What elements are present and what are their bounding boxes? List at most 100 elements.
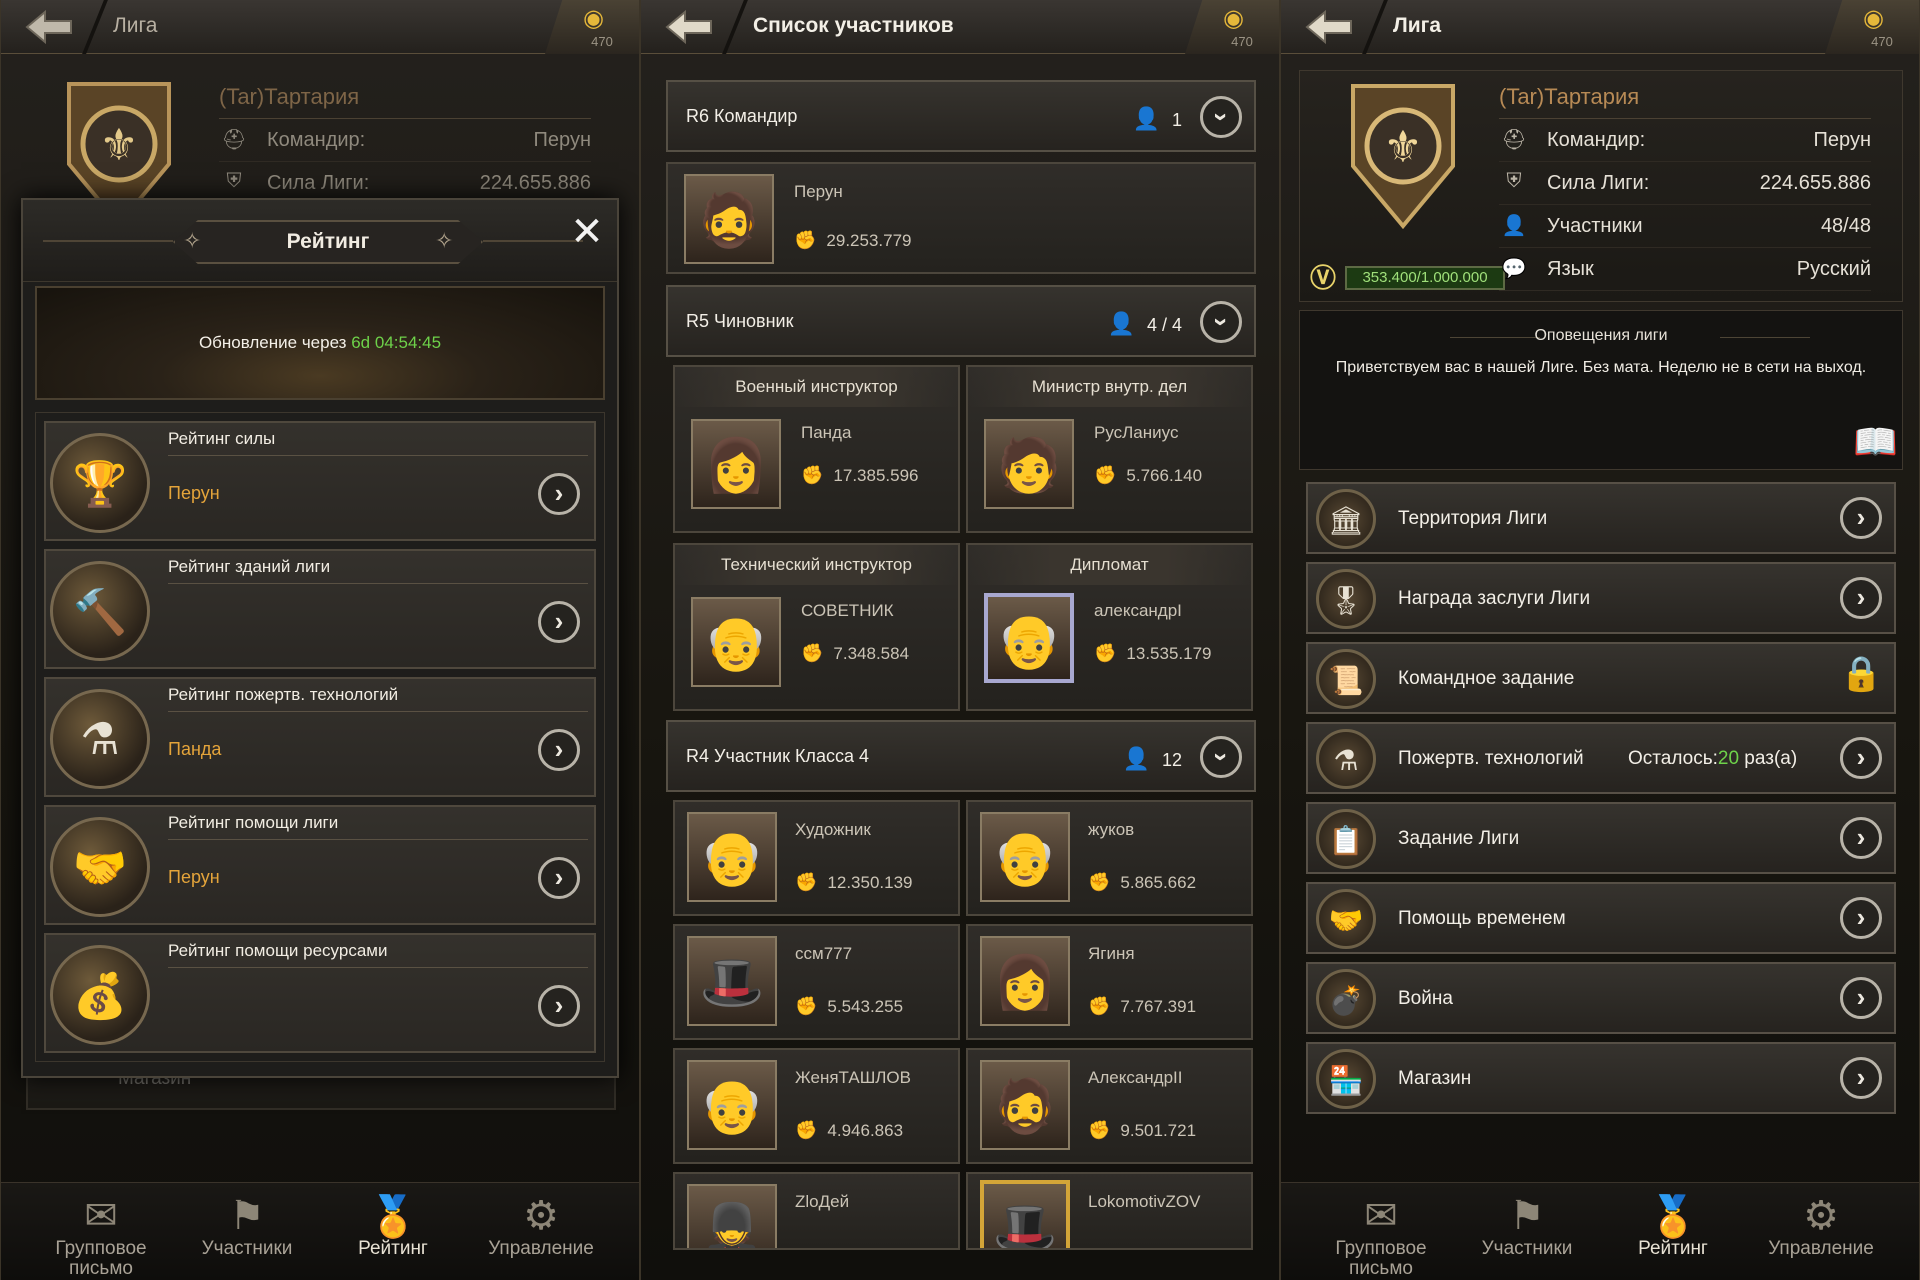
nav-rating[interactable]: 🏅 Рейтинг bbox=[1603, 1193, 1743, 1259]
nav-members[interactable]: ⚑ Участники bbox=[177, 1193, 317, 1259]
bottom-nav: ✉ Групповое письмо ⚑ Участники 🏅 Рейтинг ⚙ У… bbox=[1, 1182, 639, 1280]
helmet-icon: ⛑ bbox=[1501, 129, 1527, 151]
member-card[interactable]: 🧔 АлександрII ✊ 9.501.721 bbox=[966, 1048, 1253, 1164]
top-bar: Лига ◉ 470 bbox=[1281, 0, 1919, 54]
rank-section-r4[interactable]: R4 Участник Класса 4 👤 12 › bbox=[666, 720, 1256, 792]
member-card[interactable]: Технический инструктор 👴 СОВЕТНИК ✊ 7.348… bbox=[673, 543, 960, 711]
chevron-right-icon[interactable]: › bbox=[538, 729, 580, 771]
chevron-right-icon[interactable]: › bbox=[1840, 897, 1882, 939]
members-list-panel: Список участников ◉ 470 R6 Командир 👤 1 ›… bbox=[640, 0, 1280, 1280]
dialog-header: Рейтинг ✧ ✧ ✕ bbox=[23, 200, 617, 282]
rating-item-tech-donations[interactable]: ⚗ Рейтинг пожертв. технологий Панда › bbox=[44, 677, 596, 797]
rank-section-r5[interactable]: R5 Чиновник 👤 4 / 4 › bbox=[666, 285, 1256, 357]
avatar: 👩 bbox=[691, 419, 781, 509]
mail-icon: ✉ bbox=[84, 1194, 118, 1238]
nav-rating[interactable]: 🏅 Рейтинг bbox=[323, 1193, 463, 1259]
rating-item-power[interactable]: 🏆 Рейтинг силы Перун › bbox=[44, 421, 596, 541]
fist-power-icon: ✊ bbox=[1088, 1120, 1111, 1140]
avatar: 👴 bbox=[984, 593, 1074, 683]
cannon-icon: 💣 bbox=[1316, 969, 1376, 1029]
rating-item-league-help[interactable]: 🤝 Рейтинг помощи лиги Перун › bbox=[44, 805, 596, 925]
chevron-right-icon[interactable]: › bbox=[538, 601, 580, 643]
member-card[interactable]: 👴 Художник ✊ 12.350.139 bbox=[673, 800, 960, 916]
chevron-right-icon[interactable]: › bbox=[1840, 577, 1882, 619]
rating-item-buildings[interactable]: 🔨 Рейтинг зданий лиги › bbox=[44, 549, 596, 669]
chevron-right-icon[interactable]: › bbox=[1840, 977, 1882, 1019]
guild-info: (Tar)Тартария ⛑ Командир: Перун ⛨ Сила Лиги… bbox=[1499, 84, 1871, 291]
member-card[interactable]: 🎩 LokomotivZOV bbox=[966, 1172, 1253, 1250]
avatar: 👴 bbox=[687, 812, 777, 902]
menu-item-team-task[interactable]: 📜 Командное задание 🔒 bbox=[1306, 642, 1896, 714]
fist-power-icon: ✊ bbox=[1088, 996, 1111, 1016]
bottom-nav: ✉ Групповое письмо ⚑ Участники 🏅 Рейтинг ⚙ У… bbox=[1281, 1182, 1919, 1280]
member-card[interactable]: Министр внутр. дел 🧑 РусЛаниус ✊ 5.766.14… bbox=[966, 365, 1253, 533]
member-card[interactable]: 👴 жуков ✊ 5.865.662 bbox=[966, 800, 1253, 916]
shop-icon: 🏪 bbox=[1316, 1049, 1376, 1109]
avatar: 🧑 bbox=[984, 419, 1074, 509]
menu-item-territory[interactable]: 🏛 Территория Лиги › bbox=[1306, 482, 1896, 554]
chevron-down-icon[interactable]: › bbox=[1200, 301, 1242, 343]
nav-members[interactable]: ⚑ Участники bbox=[1457, 1193, 1597, 1259]
chevron-right-icon[interactable]: › bbox=[538, 473, 580, 515]
member-card[interactable]: 🎩 ccм777 ✊ 5.543.255 bbox=[673, 924, 960, 1040]
gold-counter[interactable]: ◉ 470 bbox=[545, 0, 639, 54]
chevron-down-icon[interactable]: › bbox=[1200, 96, 1242, 138]
rating-item-resource-help[interactable]: 💰 Рейтинг помощи ресурсами › bbox=[44, 933, 596, 1053]
back-button[interactable] bbox=[659, 8, 721, 46]
guild-name: (Tar)Тартария bbox=[1499, 84, 1871, 119]
menu-item-league-task[interactable]: 📋 Задание Лиги › bbox=[1306, 802, 1896, 874]
guild-name: (Tar)Тартария bbox=[219, 84, 591, 119]
avatar: 👴 bbox=[687, 1060, 777, 1150]
page-title: Лига bbox=[113, 14, 158, 37]
menu-item-war[interactable]: 💣 Война › bbox=[1306, 962, 1896, 1034]
member-card[interactable]: 👴 ЖеняТАШЛОВ ✊ 4.946.863 bbox=[673, 1048, 960, 1164]
nav-management[interactable]: ⚙ Управление bbox=[471, 1193, 611, 1259]
manage-icon: ⚙ bbox=[1803, 1194, 1839, 1238]
member-card[interactable]: Военный инструктор 👩 Панда ✊ 17.385.596 bbox=[673, 365, 960, 533]
close-button[interactable]: ✕ bbox=[567, 212, 607, 254]
rank-section-r6[interactable]: R6 Командир 👤 1 › bbox=[666, 80, 1256, 152]
chevron-right-icon[interactable]: › bbox=[1840, 817, 1882, 859]
trophy-icon: 🏆 bbox=[50, 433, 150, 533]
chevron-right-icon[interactable]: › bbox=[1840, 737, 1882, 779]
menu-item-tech-donation[interactable]: ⚗ Пожертв. технологий Осталось:20 раз(а)… bbox=[1306, 722, 1896, 794]
chevron-right-icon[interactable]: › bbox=[1840, 1057, 1882, 1099]
flask-icon: ⚗ bbox=[50, 689, 150, 789]
handshake-icon: 🤝 bbox=[50, 817, 150, 917]
back-arrow-icon bbox=[25, 9, 72, 45]
edit-book-icon[interactable]: 📖 bbox=[1853, 421, 1898, 463]
chevron-down-icon[interactable]: › bbox=[1200, 736, 1242, 778]
back-button[interactable] bbox=[1299, 8, 1361, 46]
guild-crest: ⚜ bbox=[1323, 76, 1483, 236]
mail-icon: ✉ bbox=[1364, 1194, 1398, 1238]
top-bar: Лига ◉ 470 bbox=[1, 0, 639, 54]
member-card[interactable]: 💂 ZloДей bbox=[673, 1172, 960, 1250]
back-button[interactable] bbox=[19, 8, 81, 46]
member-card[interactable]: Дипломат 👴 александрI ✊ 13.535.179 bbox=[966, 543, 1253, 711]
member-card[interactable]: 👩 Ягиня ✊ 7.767.391 bbox=[966, 924, 1253, 1040]
chevron-right-icon[interactable]: › bbox=[1840, 497, 1882, 539]
nav-group-mail[interactable]: ✉ Групповое письмо bbox=[31, 1193, 171, 1279]
chevron-right-icon[interactable]: › bbox=[538, 857, 580, 899]
svg-text:⚜: ⚜ bbox=[1383, 122, 1422, 173]
helmet-icon: ⛑ bbox=[221, 129, 247, 151]
avatar: 👩 bbox=[980, 936, 1070, 1026]
shield-icon: ⛨ bbox=[1506, 170, 1522, 192]
menu-item-shop[interactable]: 🏪 Магазин › bbox=[1306, 1042, 1896, 1114]
donations-remaining: Осталось:20 раз(а) bbox=[1628, 748, 1798, 769]
coins-hand-icon: 💰 bbox=[50, 945, 150, 1045]
avatar: 👴 bbox=[691, 597, 781, 687]
nav-management[interactable]: ⚙ Управление bbox=[1751, 1193, 1891, 1259]
chevron-right-icon[interactable]: › bbox=[538, 985, 580, 1027]
notice-title: Оповещения лиги bbox=[1534, 327, 1668, 344]
fist-power-icon: ✊ bbox=[795, 996, 818, 1016]
flask-icon: ⚗ bbox=[1316, 729, 1376, 789]
gold-counter[interactable]: ◉ 470 bbox=[1825, 0, 1919, 54]
close-icon: ✕ bbox=[570, 210, 604, 254]
menu-item-time-help[interactable]: 🤝 Помощь временем › bbox=[1306, 882, 1896, 954]
gold-counter[interactable]: ◉ 470 bbox=[1185, 0, 1279, 54]
avatar: 💂 bbox=[687, 1184, 777, 1248]
member-card[interactable]: 🧔 Перун ✊ 29.253.779 bbox=[666, 162, 1256, 274]
menu-item-merit-reward[interactable]: 🎖 Награда заслуги Лиги › bbox=[1306, 562, 1896, 634]
nav-group-mail[interactable]: ✉ Групповое письмо bbox=[1311, 1193, 1451, 1279]
